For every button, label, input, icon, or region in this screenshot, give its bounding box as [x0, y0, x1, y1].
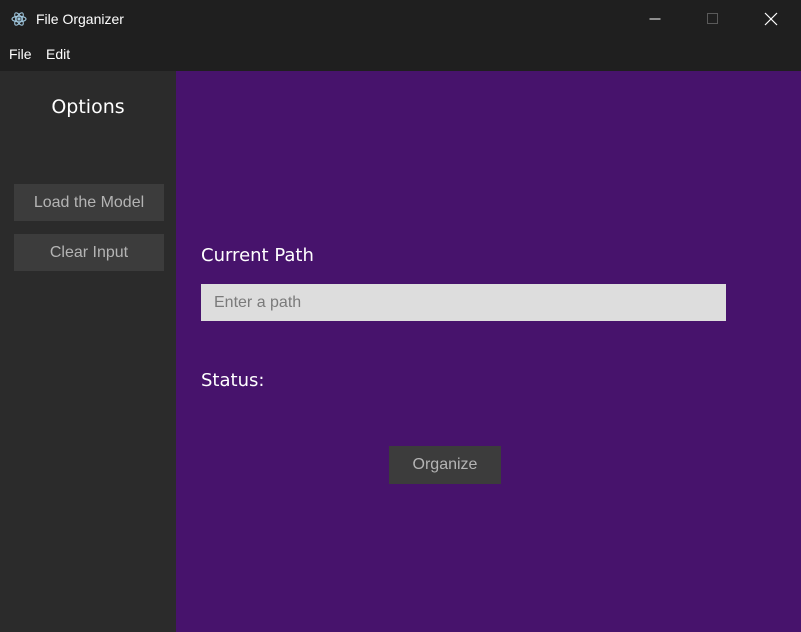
current-path-label: Current Path [201, 245, 314, 266]
window-title: File Organizer [36, 11, 124, 27]
path-input[interactable] [201, 284, 726, 321]
load-model-button[interactable]: Load the Model [14, 184, 164, 221]
status-label: Status: [201, 370, 265, 391]
maximize-icon [707, 13, 718, 24]
close-button[interactable] [742, 0, 800, 38]
app-window: File Organizer File Edit Options Load th… [0, 0, 801, 632]
app-icon [11, 11, 27, 27]
main-panel: Current Path Status: Organize [176, 71, 801, 632]
organize-button[interactable]: Organize [389, 446, 501, 484]
clear-input-button[interactable]: Clear Input [14, 234, 164, 271]
sidebar-title: Options [51, 96, 125, 118]
menu-file[interactable]: File [9, 45, 32, 63]
minimize-button[interactable] [626, 0, 684, 38]
menu-bar: File Edit [0, 38, 801, 71]
options-sidebar: Options Load the Model Clear Input [0, 71, 176, 632]
close-icon [764, 12, 778, 26]
title-bar[interactable]: File Organizer [0, 0, 801, 38]
menu-edit[interactable]: Edit [46, 45, 70, 63]
minimize-icon [649, 18, 661, 20]
maximize-button[interactable] [684, 0, 742, 38]
